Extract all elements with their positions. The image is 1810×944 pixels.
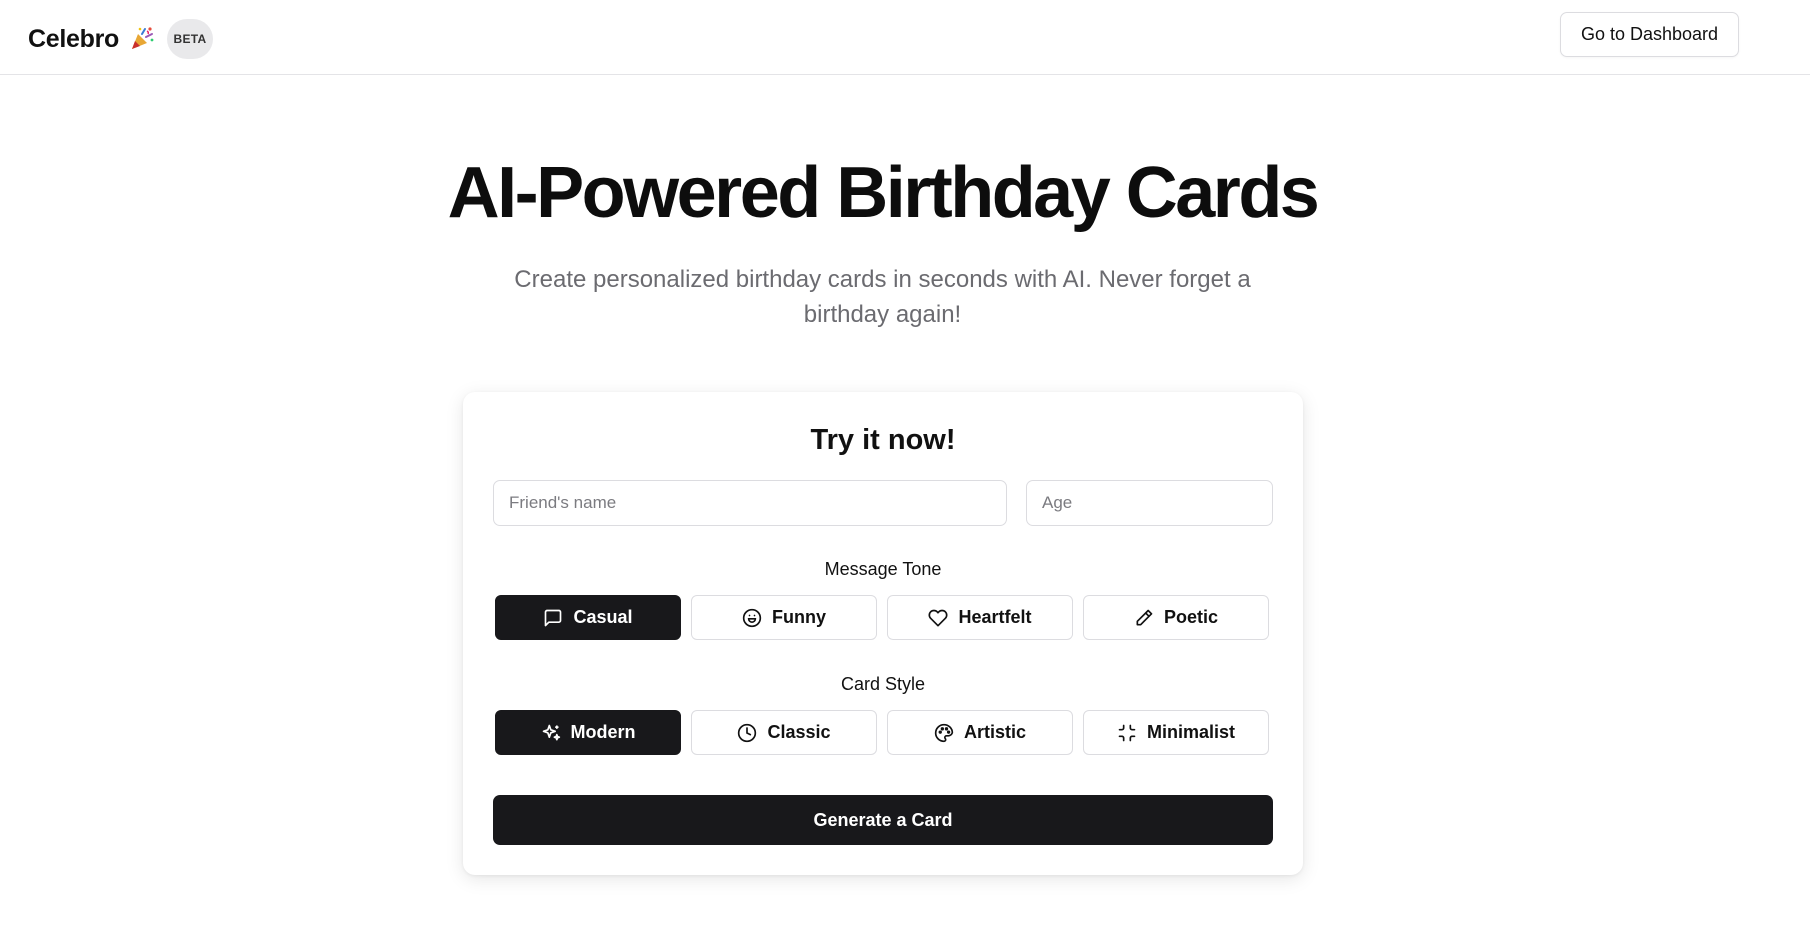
palette-icon: [934, 723, 954, 742]
message-tone-label: Message Tone: [824, 559, 942, 579]
tone-heartfelt-button[interactable]: Heartfelt: [887, 595, 1073, 640]
tone-label: Heartfelt: [958, 607, 1032, 627]
tone-funny-button[interactable]: Funny: [691, 595, 877, 640]
tone-casual-button[interactable]: Casual: [495, 595, 681, 640]
message-square-icon: [545, 609, 562, 626]
sparkles-icon: [542, 724, 560, 740]
tone-options: Casual Funny Heartfelt Poetic: [495, 595, 1271, 640]
tone-label: Casual: [573, 607, 633, 627]
style-modern-button[interactable]: Modern: [495, 710, 681, 755]
style-artistic-button[interactable]: Artistic: [887, 710, 1073, 755]
friend-name-input[interactable]: [493, 480, 1007, 526]
tone-poetic-button[interactable]: Poetic: [1083, 595, 1269, 640]
tone-label: Funny: [772, 607, 826, 627]
heart-icon: [928, 609, 948, 626]
laugh-icon: [742, 608, 762, 627]
hero-title: AI-Powered Birthday Cards: [447, 153, 1320, 233]
style-label: Minimalist: [1146, 722, 1235, 742]
brand-name: Celebro: [28, 24, 119, 53]
style-label: Artistic: [963, 722, 1026, 742]
try-it-card: Try it now! Message Tone Casual Funny He…: [463, 392, 1303, 875]
tone-label: Poetic: [1163, 607, 1219, 627]
style-label: Modern: [570, 722, 636, 742]
beta-badge: BETA: [166, 19, 213, 59]
style-minimalist-button[interactable]: Minimalist: [1083, 710, 1269, 755]
style-options: Modern Classic Artistic Minimalist: [495, 710, 1271, 755]
hero-subtitle: Create personalized birthday cards in se…: [514, 266, 1251, 328]
style-classic-button[interactable]: Classic: [691, 710, 877, 755]
party-popper-icon: [131, 27, 154, 49]
card-style-label: Card Style: [840, 674, 926, 694]
minimize-icon: [1118, 724, 1136, 741]
top-bar: Celebro BETA Go to Dashboard: [0, 0, 1810, 75]
clock-icon: [738, 723, 757, 742]
age-input[interactable]: [1026, 480, 1273, 526]
card-title: Try it now!: [810, 424, 956, 456]
pencil-icon: [1136, 609, 1153, 625]
go-to-dashboard-button[interactable]: Go to Dashboard: [1560, 12, 1739, 57]
style-label: Classic: [767, 722, 831, 742]
brand[interactable]: Celebro BETA: [28, 19, 213, 59]
generate-card-button[interactable]: Generate a Card: [493, 795, 1273, 845]
